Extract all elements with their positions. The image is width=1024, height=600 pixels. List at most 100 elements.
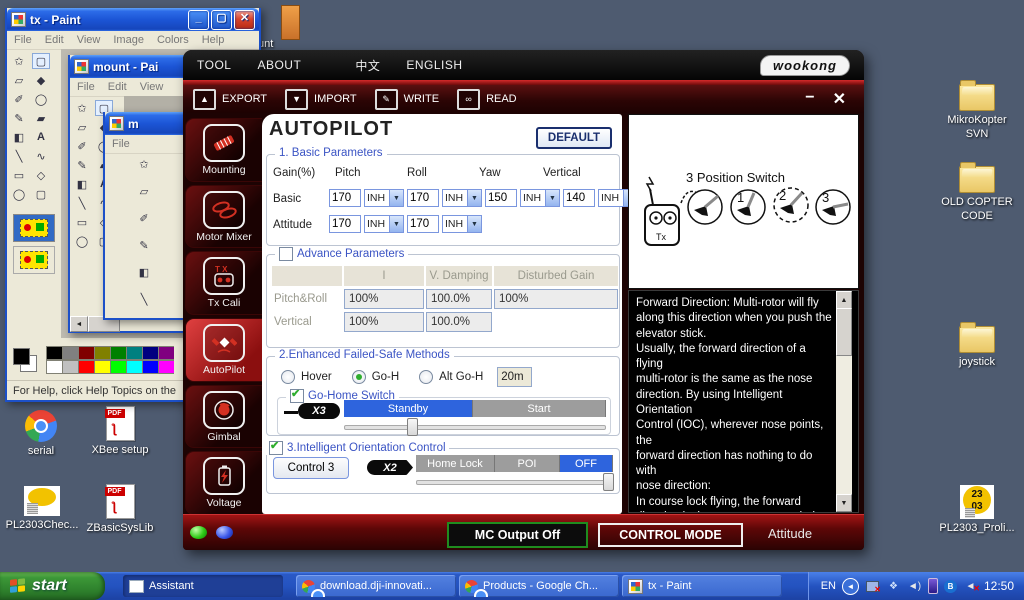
slider-thumb[interactable]	[407, 418, 418, 436]
palette-color-swatch[interactable]	[62, 346, 78, 360]
ioc-slider[interactable]	[416, 480, 614, 485]
menu-file[interactable]: File	[112, 138, 130, 150]
ioc-switch-bar[interactable]: Home Lock POI OFF	[416, 455, 613, 472]
title-bar[interactable]: tx - Paint _ ▢ ✕	[7, 8, 259, 31]
go-home-switch-bar[interactable]: Standby Start	[344, 400, 606, 417]
attitude-roll-combo[interactable]: INH▼	[442, 215, 482, 233]
current-colors[interactable]	[10, 345, 40, 375]
go-home-slider[interactable]	[344, 425, 606, 430]
scroll-up-icon[interactable]: ▲	[836, 291, 852, 309]
basic-pitch-input[interactable]	[329, 189, 361, 207]
palette-color-swatch[interactable]	[78, 360, 94, 374]
app-close-icon[interactable]: ✕	[833, 89, 846, 109]
menu-edit[interactable]: Edit	[45, 34, 64, 46]
info-scrollbar[interactable]: ▲ ▼	[836, 291, 852, 512]
taskbar-item-assistant[interactable]: Assistant	[123, 575, 283, 597]
text-tool-icon[interactable]: A	[32, 129, 50, 145]
sidebar-item-gimbal[interactable]: Gimbal	[185, 385, 262, 449]
basic-yaw-input[interactable]	[485, 189, 517, 207]
palette-color-swatch[interactable]	[94, 346, 110, 360]
palette-color-swatch[interactable]	[110, 346, 126, 360]
pencil-tool-icon[interactable]: ✎	[73, 157, 91, 173]
battery-icon[interactable]	[928, 578, 938, 594]
ellipse-tool-icon[interactable]: ◯	[10, 186, 28, 202]
attitude-roll-input[interactable]	[407, 215, 439, 233]
go-home-altitude-field[interactable]: 20m	[497, 367, 532, 387]
picker-tool-icon[interactable]: ✐	[10, 91, 28, 107]
bluetooth-icon[interactable]: B	[944, 580, 957, 593]
palette-color-swatch[interactable]	[158, 360, 174, 374]
palette-color-swatch[interactable]	[94, 360, 110, 374]
control-3-button[interactable]: Control 3	[273, 457, 349, 479]
sidebar-item-autopilot[interactable]: AutoPilot	[185, 318, 262, 382]
basic-yaw-combo[interactable]: INH▼	[520, 189, 560, 207]
scroll-left-icon[interactable]: ◄	[70, 316, 88, 332]
read-button[interactable]: ∞READ	[457, 89, 517, 110]
basic-pitch-combo[interactable]: INH▼	[364, 189, 404, 207]
rectangle-tool-icon[interactable]: ▭	[10, 167, 28, 183]
desktop-icon-pl2303check[interactable]: PL2303Chec...	[2, 486, 82, 533]
segment-standby[interactable]: Standby	[344, 400, 473, 417]
eraser-tool-icon[interactable]: ▱	[73, 119, 91, 135]
desktop-icon-old-copter-code[interactable]: OLD COPTER CODE	[935, 166, 1019, 224]
close-button[interactable]: ✕	[234, 10, 255, 30]
menu-colors[interactable]: Colors	[157, 34, 189, 46]
palette-color-swatch[interactable]	[142, 360, 158, 374]
menu-english[interactable]: ENGLISH	[406, 58, 462, 72]
menu-file[interactable]: File	[77, 81, 95, 93]
desktop-icon-serial[interactable]: serial	[5, 410, 77, 459]
segment-home-lock[interactable]: Home Lock	[416, 455, 495, 472]
menu-image[interactable]: Image	[113, 34, 144, 46]
desktop-icon-mikrokopter-svn[interactable]: MikroKopter SVN	[935, 84, 1019, 142]
palette-color-swatch[interactable]	[78, 346, 94, 360]
menu-view[interactable]: View	[140, 81, 164, 93]
selection-transparent-option[interactable]	[13, 246, 55, 274]
palette-color-swatch[interactable]	[62, 360, 78, 374]
write-button[interactable]: ✎WRITE	[375, 89, 439, 110]
palette-color-swatch[interactable]	[46, 360, 62, 374]
selection-opaque-option[interactable]	[13, 214, 55, 242]
menu-tool[interactable]: TOOL	[197, 58, 231, 72]
palette-color-swatch[interactable]	[110, 360, 126, 374]
palette-color-swatch[interactable]	[126, 346, 142, 360]
menu-view[interactable]: View	[77, 34, 101, 46]
sidebar-item-voltage[interactable]: Voltage	[185, 451, 262, 515]
muted-sound-icon[interactable]: ◄✕	[963, 579, 978, 593]
hide-icons-chevron-icon[interactable]: ◄	[842, 578, 859, 595]
segment-poi[interactable]: POI	[495, 455, 560, 472]
slider-thumb[interactable]	[603, 473, 614, 491]
menu-edit[interactable]: Edit	[108, 81, 127, 93]
taskbar-item-download-dji[interactable]: download.dji-innovati...	[296, 575, 456, 597]
menu-chinese[interactable]: 中文	[355, 57, 380, 74]
scrollbar-thumb[interactable]	[836, 308, 852, 356]
palette-color-swatch[interactable]	[142, 346, 158, 360]
sidebar-item-motor-mixer[interactable]: Motor Mixer	[185, 185, 262, 249]
freeform-select-tool-icon[interactable]: ✩	[135, 156, 153, 172]
picker-tool-icon[interactable]: ✐	[73, 138, 91, 154]
advance-parameters-checkbox[interactable]	[279, 247, 293, 261]
segment-start[interactable]: Start	[473, 400, 606, 417]
go-home-switch-checkbox[interactable]	[290, 389, 304, 403]
sidebar-item-tx-cali[interactable]: T X Tx Cali	[185, 251, 262, 315]
partial-file-icon[interactable]	[281, 5, 300, 40]
dropbox-icon[interactable]: ❖	[886, 579, 901, 593]
palette-color-swatch[interactable]	[158, 346, 174, 360]
airbrush-tool-icon[interactable]: ◧	[10, 129, 28, 145]
palette-color-swatch[interactable]	[126, 360, 142, 374]
network-status-icon[interactable]: ✕	[865, 579, 880, 593]
ioc-checkbox[interactable]	[269, 441, 283, 455]
language-indicator[interactable]: EN	[821, 580, 836, 592]
default-button[interactable]: DEFAULT	[536, 127, 612, 149]
segment-off[interactable]: OFF	[560, 455, 613, 472]
start-button[interactable]: start	[0, 572, 105, 600]
maximize-button[interactable]: ▢	[211, 10, 232, 30]
fill-tool-icon[interactable]: ◆	[32, 72, 50, 88]
rectangle-tool-icon[interactable]: ▭	[73, 214, 91, 230]
airbrush-tool-icon[interactable]: ◧	[73, 176, 91, 192]
basic-roll-input[interactable]	[407, 189, 439, 207]
app-minimize-icon[interactable]: −	[805, 89, 814, 109]
magnifier-tool-icon[interactable]: ◯	[32, 91, 50, 107]
brush-tool-icon[interactable]: ▰	[32, 110, 50, 126]
menu-about[interactable]: ABOUT	[257, 58, 301, 72]
sidebar-item-mounting[interactable]: Mounting	[185, 118, 262, 182]
